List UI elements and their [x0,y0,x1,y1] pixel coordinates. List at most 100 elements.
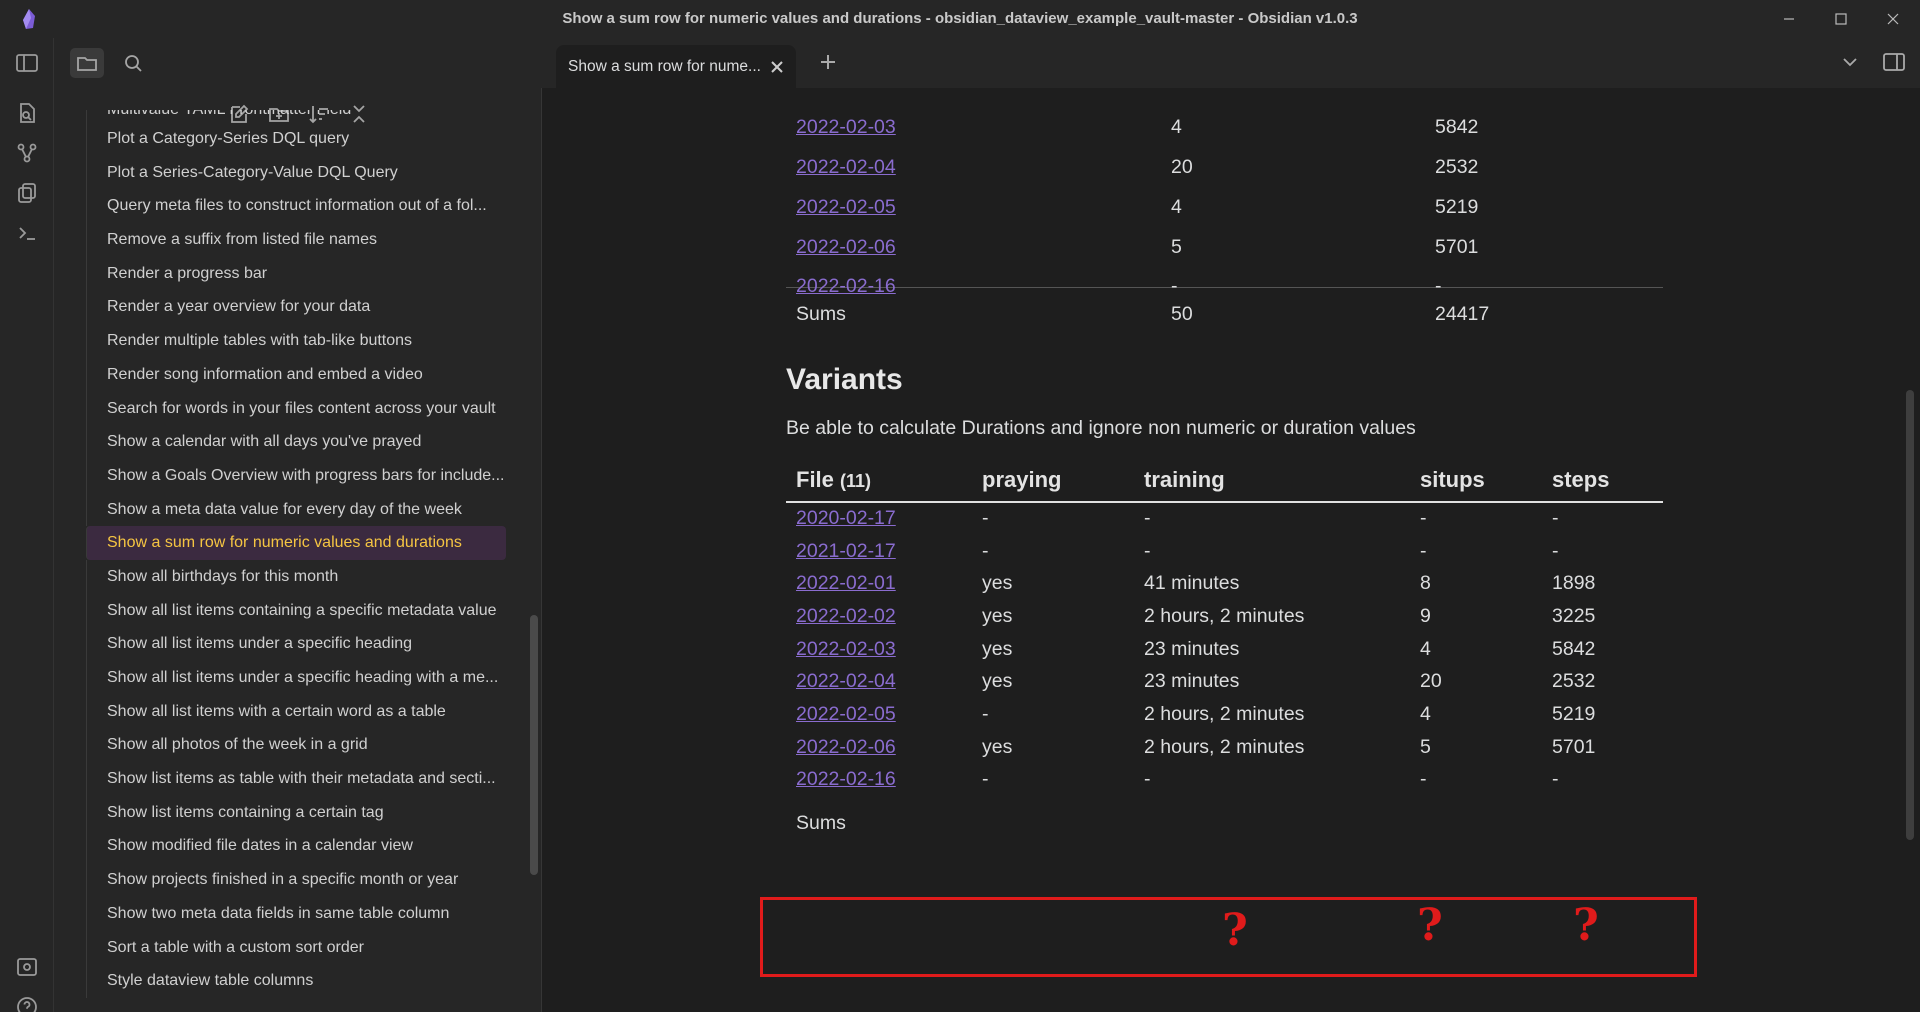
question-mark-training: ? [1222,905,1248,956]
file-link[interactable]: 2022-02-01 [796,572,896,594]
file-link-cell[interactable]: 2022-02-04 [786,147,1161,187]
file-item[interactable]: Render song information and embed a vide… [86,357,506,392]
toggle-right-sidebar-button[interactable] [1882,50,1908,76]
search-tab[interactable] [116,48,150,78]
new-tab-button[interactable] [816,50,840,74]
variants-table: File (11) praying training situps steps … [786,458,1663,850]
file-item[interactable]: Query meta files to construct informatio… [86,189,506,224]
window-title: Show a sum row for numeric values and du… [562,10,1358,27]
file-link-cell[interactable]: 2022-02-01 [786,567,972,600]
file-link[interactable]: 2022-02-16 [796,275,896,297]
file-link[interactable]: 2022-02-06 [796,736,896,758]
left-ribbon [0,38,54,1012]
tab-list-button[interactable] [1838,50,1864,76]
table-cell: - [1171,275,1178,298]
file-item[interactable]: Sort a table with a custom sort order [86,930,506,965]
maximize-button[interactable] [1818,4,1864,34]
file-link[interactable]: 2022-02-04 [796,670,896,692]
file-item[interactable]: Show list items containing a certain tag [86,795,506,830]
table-cell: 4 [1171,115,1182,138]
file-item[interactable]: Show modified file dates in a calendar v… [86,829,506,864]
close-window-button[interactable] [1870,4,1916,34]
sidebar-toggle-icon [16,54,38,72]
file-link-cell[interactable]: 2022-02-16 [786,267,1161,307]
file-item-partial[interactable]: Multivalue YAML Frontmatter Field [86,110,506,122]
table-cell: yes [982,572,1013,595]
file-link[interactable]: 2022-02-05 [796,703,896,725]
file-item[interactable]: Show all list items containing a specifi… [86,593,506,628]
file-link-cell[interactable]: 2022-02-04 [786,665,972,698]
file-link-cell[interactable]: 2021-02-17 [786,535,972,568]
minimize-button[interactable] [1766,4,1812,34]
file-item[interactable]: Show projects finished in a specific mon… [86,863,506,897]
file-item[interactable]: Show a meta data value for every day of … [86,492,506,527]
file-item[interactable]: Style dataview table columns [86,964,506,998]
help-button[interactable] [14,994,40,1012]
file-item[interactable]: Show a sum row for numeric values and du… [86,526,506,560]
file-item[interactable]: Remove a suffix from listed file names [86,223,506,257]
file-item[interactable]: Show all birthdays for this month [86,559,506,594]
file-item[interactable]: Show list items as table with their meta… [86,762,506,796]
header-steps[interactable]: steps [1542,458,1663,502]
file-item[interactable]: Show all list items under a specific hea… [86,627,506,661]
file-item[interactable]: Show a calendar with all days you've pra… [86,425,506,459]
file-item[interactable]: Show all list items under a specific hea… [86,661,506,695]
table-cell: - [1420,507,1427,530]
file-link-cell[interactable]: 2022-02-02 [786,600,972,633]
file-explorer-tab[interactable] [70,48,104,78]
file-link-cell[interactable]: 2022-02-06 [786,227,1161,267]
table-cell: - [982,768,989,791]
file-link-cell[interactable]: 2022-02-03 [786,633,972,666]
file-link-cell[interactable]: 2022-02-05 [786,187,1161,227]
file-item[interactable]: Render a year overview for your data [86,290,506,325]
table-cell: 20 [1171,155,1193,178]
file-item[interactable]: Show all photos of the week in a grid [86,728,506,763]
file-link-cell[interactable]: 2022-02-03 [786,107,1161,147]
header-training[interactable]: training [1134,458,1410,502]
content-scrollbar[interactable] [1906,390,1914,840]
file-link[interactable]: 2022-02-03 [796,116,896,138]
file-item[interactable]: Render a progress bar [86,256,506,291]
table-cell: 2532 [1552,670,1596,693]
file-link-cell[interactable]: 2022-02-06 [786,731,972,764]
file-link[interactable]: 2022-02-05 [796,196,896,218]
header-file[interactable]: File (11) [786,458,972,502]
table-cell: 4 [1171,195,1182,218]
table-cell: yes [982,670,1013,693]
file-link[interactable]: 2020-02-17 [796,507,896,529]
file-link[interactable]: 2022-02-03 [796,638,896,660]
note-content: 2022-02-03 4 5842 2022-02-04 20 2532 2022-02-0… [543,88,1920,1012]
file-link[interactable]: 2022-02-06 [796,236,896,258]
tab-close-button[interactable] [768,58,786,76]
templates-button[interactable] [14,180,40,206]
variants-heading: Variants [786,363,903,396]
header-situps[interactable]: situps [1410,458,1542,502]
table-cell: 5 [1171,235,1182,258]
file-link[interactable]: 2021-02-17 [796,540,896,562]
table-cell: 5701 [1552,735,1596,758]
graph-view-button[interactable] [14,140,40,166]
table-cell: 2 hours, 2 minutes [1144,735,1305,758]
tab-active-note[interactable]: Show a sum row for nume... [556,45,796,88]
command-palette-button[interactable] [14,220,40,246]
file-item[interactable]: Show two meta data fields in same table … [86,896,506,931]
table-row: 2022-02-05 - 2 hours, 2 minutes 4 5219 [786,698,1663,731]
file-item[interactable]: Show a Goals Overview with progress bars… [86,458,506,493]
file-item[interactable]: Plot a Series-Category-Value DQL Query [86,155,506,190]
file-explorer-scrollbar[interactable] [530,615,538,875]
file-link-cell[interactable]: 2022-02-16 [786,764,972,797]
header-praying[interactable]: praying [972,458,1134,502]
file-item[interactable]: Show all list items with a certain word … [86,694,506,729]
file-link[interactable]: 2022-02-04 [796,156,896,178]
toggle-left-sidebar-button[interactable] [14,50,40,76]
file-link-cell[interactable]: 2022-02-05 [786,698,972,731]
file-link[interactable]: 2022-02-16 [796,768,896,790]
file-link-cell[interactable]: 2020-02-17 [786,502,972,535]
file-item[interactable]: Plot a Category-Series DQL query [86,122,506,156]
file-item[interactable]: Search for words in your files content a… [86,391,506,426]
file-link[interactable]: 2022-02-02 [796,605,896,627]
open-quick-switcher-button[interactable] [14,100,40,126]
table-cell: 2532 [1435,155,1479,178]
file-item[interactable]: Render multiple tables with tab-like but… [86,324,506,358]
open-vault-button[interactable] [14,954,40,980]
